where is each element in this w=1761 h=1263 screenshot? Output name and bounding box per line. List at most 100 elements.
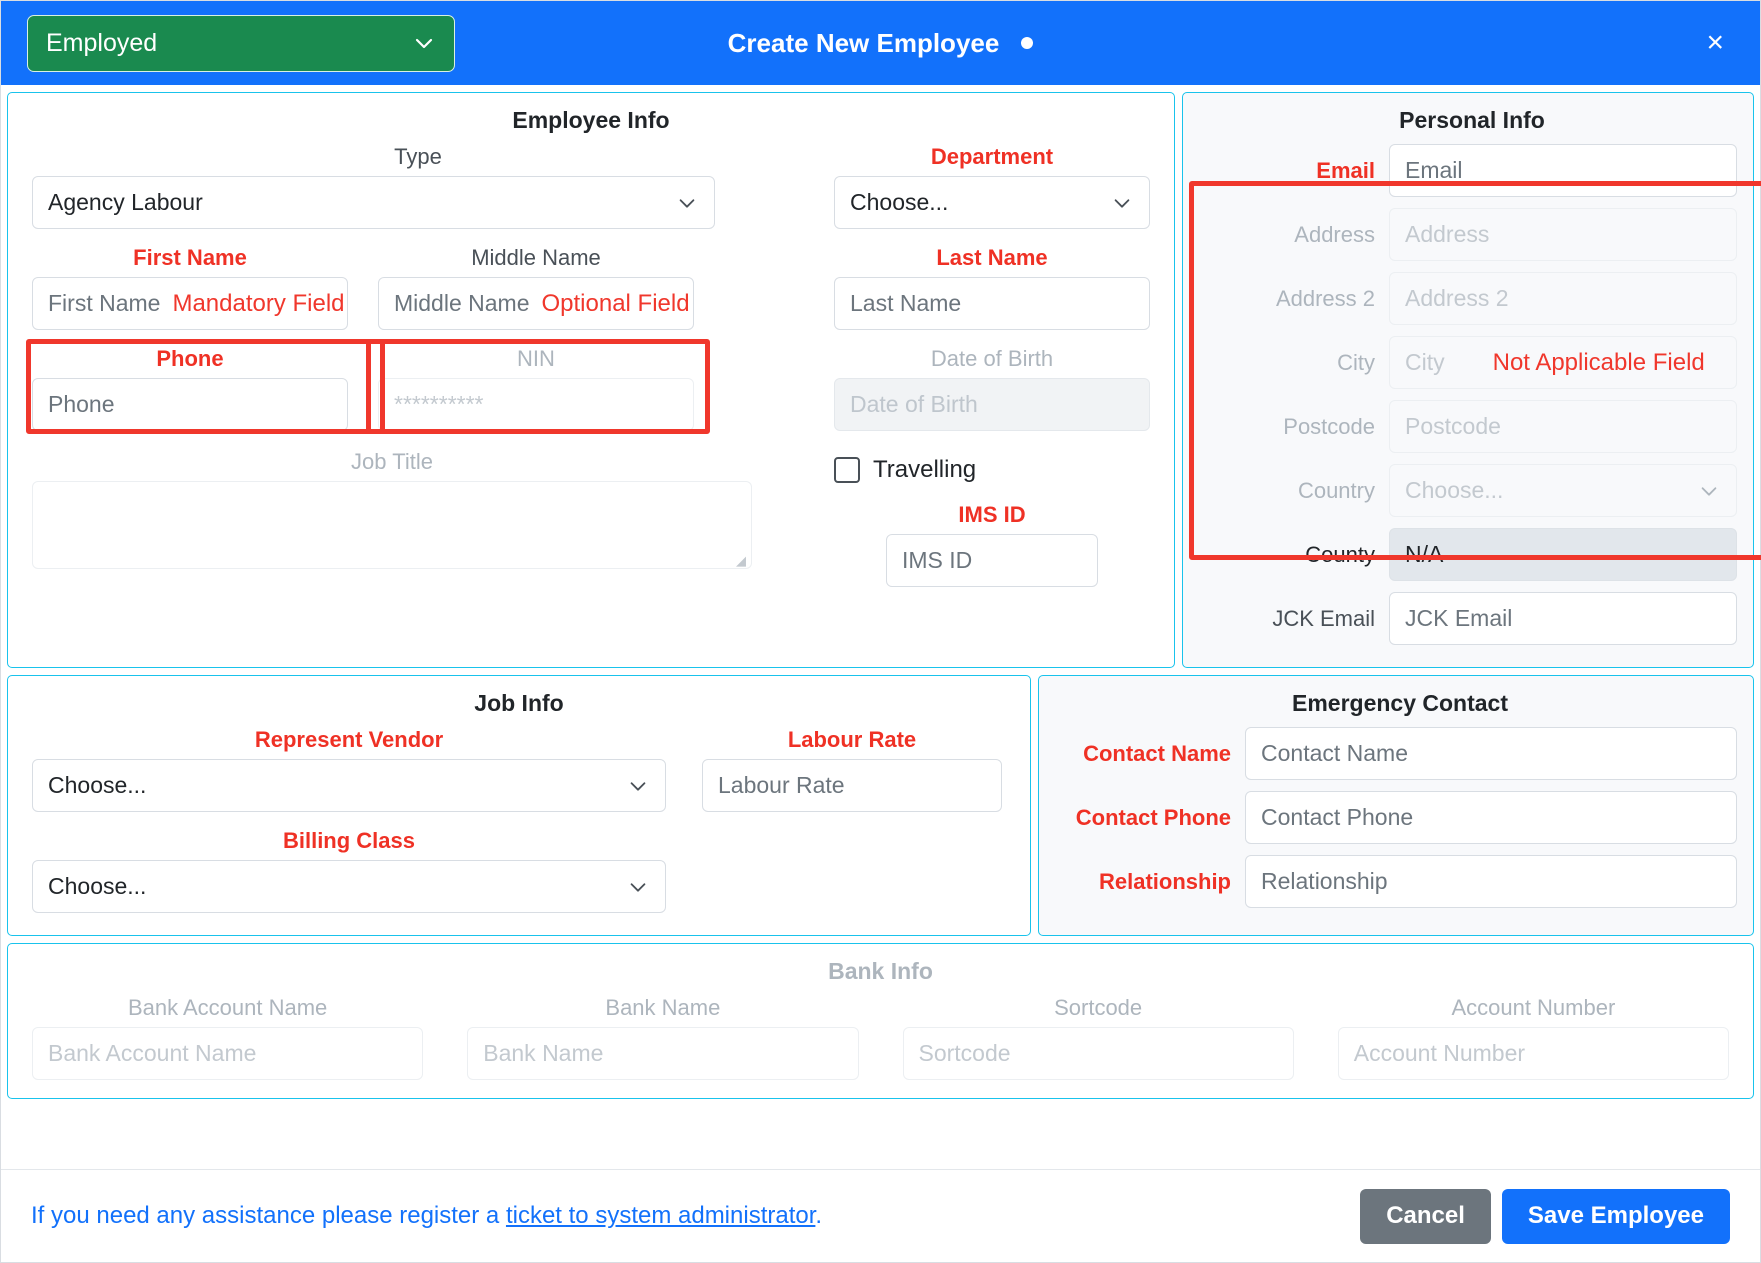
chevron-down-icon (412, 31, 436, 55)
last-name-input[interactable]: Last Name (834, 277, 1150, 330)
relationship-placeholder: Relationship (1261, 868, 1388, 894)
field-nin: NIN ********** (378, 346, 694, 431)
label-phone: Phone (156, 346, 224, 371)
department-value: Choose... (850, 189, 949, 215)
field-contact-name: Contact Name Contact Name (1063, 727, 1737, 780)
billing-class-value: Choose... (48, 873, 147, 899)
label-bank-account-name: Bank Account Name (127, 995, 328, 1020)
cancel-button[interactable]: Cancel (1360, 1188, 1491, 1244)
middle-name-annotation-text: Optional Field (541, 289, 690, 317)
county-value: N/A (1405, 541, 1444, 567)
billing-class-select[interactable]: Choose... (32, 860, 666, 913)
employment-status-value: Employed (46, 28, 158, 57)
country-value: Choose... (1405, 477, 1504, 503)
resize-grip-icon[interactable]: ◢ (736, 554, 748, 567)
field-labour-rate: Labour Rate Labour Rate (702, 727, 1002, 812)
label-county: County (1305, 541, 1375, 567)
panel-title-employee-info: Employee Info (512, 107, 670, 133)
job-title-textarea[interactable]: ◢ (32, 481, 752, 569)
label-first-name: First Name (133, 245, 247, 270)
employment-status-select[interactable]: Employed (27, 14, 455, 72)
system-administrator-ticket-link[interactable]: ticket to system administrator (506, 1202, 815, 1229)
email-input[interactable]: Email (1389, 144, 1737, 197)
field-contact-phone: Contact Phone Contact Phone (1063, 791, 1737, 844)
field-postcode: Postcode Postcode (1207, 400, 1737, 453)
sortcode-input[interactable]: Sortcode (902, 1027, 1294, 1080)
label-last-name: Last Name (936, 245, 1048, 270)
account-number-input[interactable]: Account Number (1337, 1027, 1729, 1080)
label-middle-name: Middle Name (471, 245, 601, 270)
first-name-placeholder: First Name (48, 290, 161, 316)
labour-rate-placeholder: Labour Rate (718, 772, 845, 798)
label-country: Country (1297, 477, 1375, 503)
first-name-input[interactable]: First Name Mandatory Field (32, 277, 348, 330)
bank-name-placeholder: Bank Name (483, 1040, 604, 1066)
create-employee-modal: Employed Create New Employee × Employee … (0, 0, 1761, 1263)
phone-input[interactable]: Phone (32, 378, 348, 431)
address-input[interactable]: Address (1389, 208, 1737, 261)
county-input[interactable]: N/A (1389, 528, 1737, 581)
city-input[interactable]: City Not Applicable Field (1389, 336, 1737, 389)
page-title: Create New Employee (727, 27, 1000, 58)
label-address: Address (1294, 221, 1375, 247)
field-email: Email Email (1207, 144, 1737, 197)
save-employee-button[interactable]: Save Employee (1501, 1188, 1730, 1244)
travelling-checkbox[interactable] (834, 456, 860, 483)
labour-rate-input[interactable]: Labour Rate (702, 759, 1002, 812)
contact-name-input[interactable]: Contact Name (1245, 727, 1737, 780)
label-contact-phone: Contact Phone (1075, 804, 1231, 830)
field-department: Department Choose... (834, 144, 1150, 229)
chevron-down-icon (627, 876, 649, 898)
contact-phone-input[interactable]: Contact Phone (1245, 791, 1737, 844)
department-select[interactable]: Choose... (834, 176, 1150, 229)
panel-bank-info: Bank Info Bank Account Name Bank Account… (7, 943, 1754, 1099)
label-billing-class: Billing Class (282, 828, 416, 853)
address2-input[interactable]: Address 2 (1389, 272, 1737, 325)
field-city: City City Not Applicable Field (1207, 336, 1737, 389)
modal-body: Employee Info Type Agency Labour First N… (1, 85, 1761, 1169)
employee-info-grid: Type Agency Labour First Name First Name… (32, 144, 1150, 587)
type-value: Agency Labour (48, 189, 203, 215)
field-job-title: Job Title ◢ (32, 449, 804, 569)
postcode-placeholder: Postcode (1405, 413, 1501, 439)
represent-vendor-value: Choose... (48, 772, 147, 798)
ims-id-input[interactable]: IMS ID (886, 534, 1098, 587)
phone-placeholder: Phone (48, 391, 115, 417)
close-icon[interactable]: × (1700, 27, 1730, 59)
country-select[interactable]: Choose... (1389, 464, 1737, 517)
label-contact-name: Contact Name (1083, 740, 1231, 766)
field-middle-name: Middle Name Middle Name Optional Field (378, 245, 694, 330)
assistance-suffix: . (815, 1202, 823, 1229)
contact-name-placeholder: Contact Name (1261, 740, 1409, 766)
chevron-down-icon (627, 775, 649, 797)
label-ims-id: IMS ID (958, 502, 1026, 527)
account-number-placeholder: Account Number (1353, 1040, 1526, 1066)
bank-account-name-input[interactable]: Bank Account Name (32, 1027, 424, 1080)
type-select[interactable]: Agency Labour (32, 176, 715, 229)
chevron-down-icon (676, 192, 698, 214)
relationship-input[interactable]: Relationship (1245, 855, 1737, 908)
label-department: Department (930, 144, 1054, 169)
label-jck-email: JCK Email (1272, 605, 1375, 631)
label-nin: NIN (517, 346, 555, 371)
represent-vendor-select[interactable]: Choose... (32, 759, 666, 812)
field-billing-class: Billing Class Choose... (32, 828, 666, 913)
field-country: Country Choose... (1207, 464, 1737, 517)
middle-name-input[interactable]: Middle Name Optional Field (378, 277, 694, 330)
panel-personal-info: Personal Info Email Email Address Addres… (1182, 92, 1761, 668)
field-address: Address Address (1207, 208, 1737, 261)
label-sortcode: Sortcode (1054, 995, 1143, 1020)
field-ims-id: IMS ID IMS ID (834, 502, 1150, 587)
footer-buttons: Cancel Save Employee (1360, 1188, 1730, 1244)
panel-job-info: Job Info Represent Vendor Choose... Bill… (7, 675, 1031, 936)
field-represent-vendor: Represent Vendor Choose... (32, 727, 666, 812)
field-first-name: First Name First Name Mandatory Field (32, 245, 348, 330)
date-of-birth-input[interactable]: Date of Birth (834, 378, 1150, 431)
postcode-input[interactable]: Postcode (1389, 400, 1737, 453)
address-placeholder: Address (1405, 221, 1490, 247)
label-relationship: Relationship (1098, 868, 1231, 894)
nin-input[interactable]: ********** (378, 378, 694, 431)
jck-email-input[interactable]: JCK Email (1389, 592, 1737, 645)
bank-name-input[interactable]: Bank Name (467, 1027, 859, 1080)
modal-footer: If you need any assistance please regist… (1, 1169, 1760, 1262)
